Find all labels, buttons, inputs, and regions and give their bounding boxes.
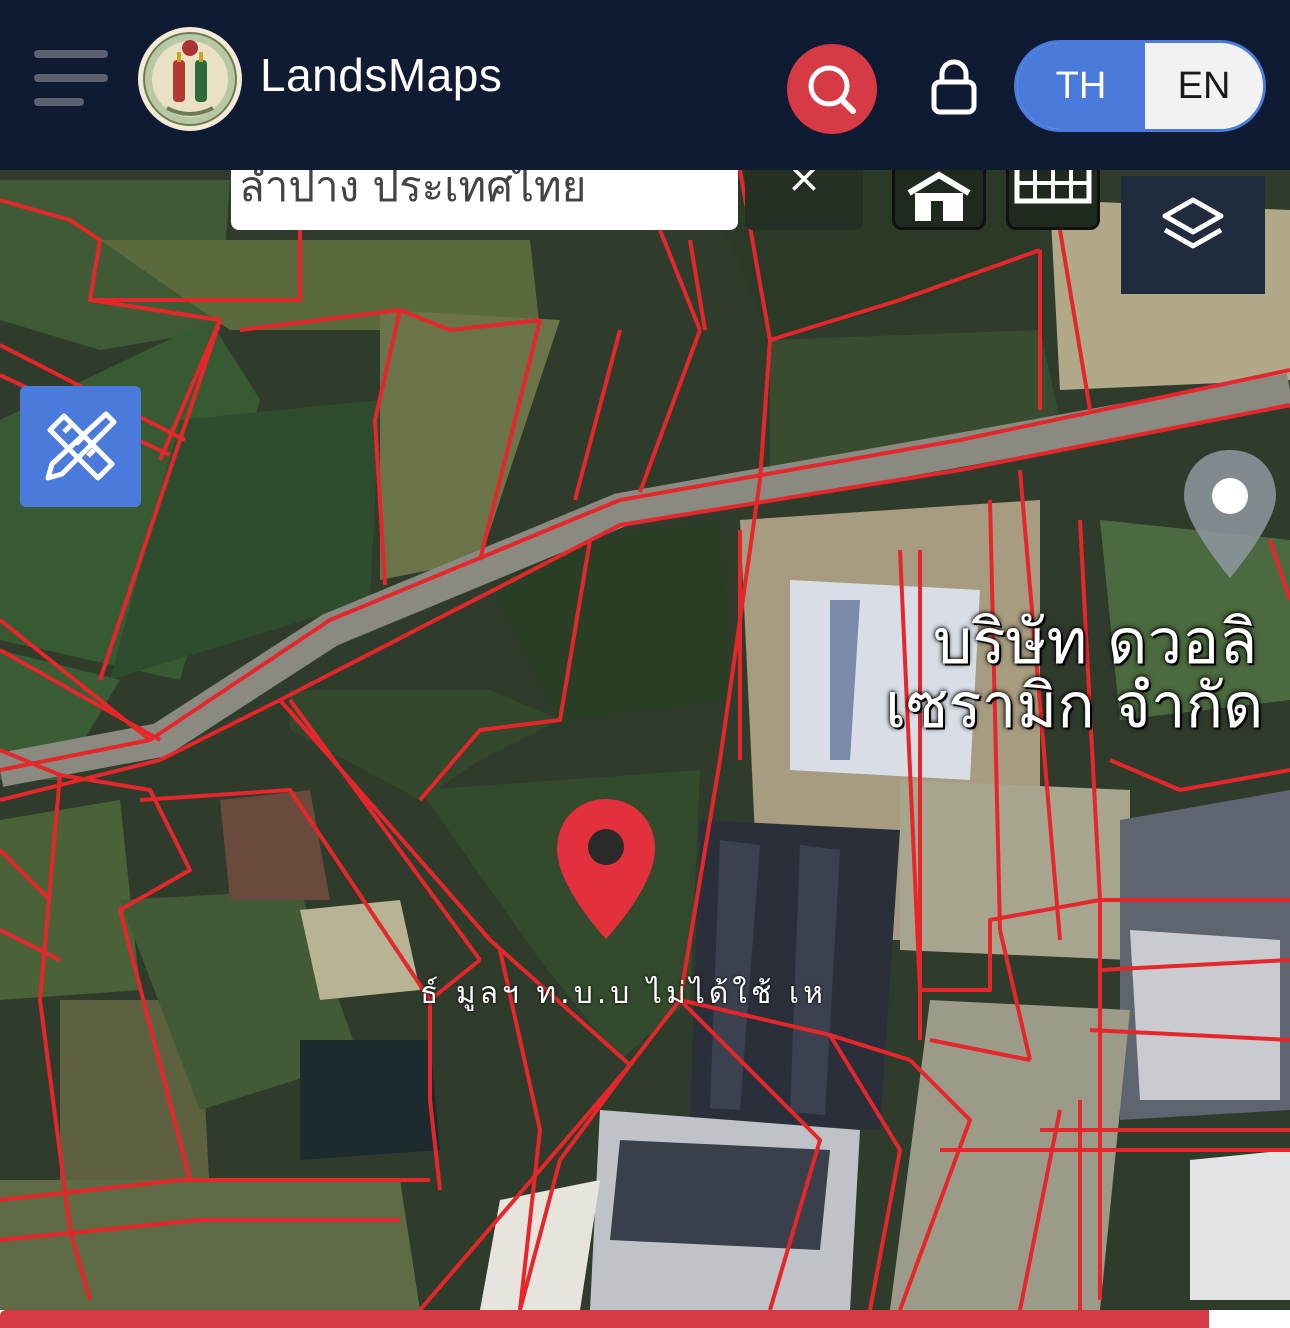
location-marker-icon[interactable] bbox=[1178, 446, 1282, 584]
place-label-line2: เซรามิก จำกัด bbox=[885, 669, 1264, 742]
layers-icon bbox=[1162, 197, 1224, 249]
location-pin-icon[interactable] bbox=[553, 795, 659, 943]
lang-th-button[interactable]: TH bbox=[1017, 43, 1145, 129]
lock-icon bbox=[931, 59, 977, 115]
app-title: LandsMaps bbox=[260, 49, 503, 101]
ruler-pencil-icon bbox=[45, 411, 117, 481]
measure-tool-button[interactable] bbox=[20, 386, 141, 507]
language-toggle: TH EN bbox=[1014, 40, 1266, 132]
layers-button[interactable] bbox=[1121, 176, 1265, 294]
map-canvas[interactable]: บริษัท ดวอลิ เซรามิก จำกัด ธ์ มูลฯ ท.บ.บ… bbox=[0, 170, 1290, 1310]
login-button[interactable] bbox=[926, 56, 982, 116]
logo-seal bbox=[138, 27, 242, 131]
app-header: LandsMaps TH EN bbox=[0, 0, 1290, 170]
progress-bar-fill bbox=[0, 1310, 1209, 1328]
progress-bar bbox=[0, 1310, 1290, 1328]
parcel-label: ธ์ มูลฯ ท.บ.บ ไม่ได้ใช้ เห bbox=[420, 976, 827, 1011]
hamburger-menu-icon[interactable] bbox=[34, 50, 110, 108]
search-button[interactable] bbox=[787, 44, 877, 134]
place-label-line1: บริษัท ดวอลิ bbox=[933, 605, 1258, 678]
lang-en-button[interactable]: EN bbox=[1145, 43, 1263, 129]
place-label: บริษัท ดวอลิ เซรามิก จำกัด bbox=[885, 610, 1263, 738]
search-icon bbox=[808, 65, 856, 114]
